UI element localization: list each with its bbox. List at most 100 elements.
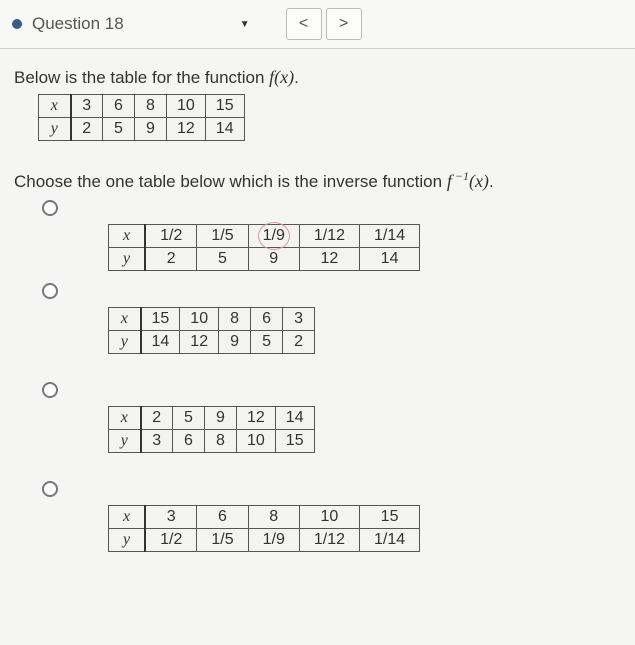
radio-option-1[interactable] [42,200,58,216]
cell: 8 [248,506,299,529]
question-content: Below is the table for the function f(x)… [0,49,635,596]
table-row: x2591214 [109,407,315,430]
x-label: x [109,506,146,529]
cell: 3 [283,308,315,331]
cell: 10 [167,95,206,118]
table-row: x 3 6 8 10 15 [39,95,245,118]
cell: 8 [135,95,167,118]
cell: 6 [251,308,283,331]
radio-option-3[interactable] [42,382,58,398]
question-title: Question 18 [32,14,124,34]
cell: 14 [275,407,314,430]
cell: 12 [299,248,359,271]
cell: 9 [248,248,299,271]
cell: 15 [275,430,314,453]
option-body: x1/21/51/91/121/14y2591214 [108,222,420,277]
cell: 1/12 [299,529,359,552]
cell: 12 [180,331,219,354]
question-header: Question 18 ▼ < > [0,0,635,49]
answer-options: x1/21/51/91/121/14y2591214x1510863y14129… [14,198,621,558]
cell: 1/5 [197,225,248,248]
cell: 12 [167,118,206,141]
nav-buttons: < > [286,8,362,40]
option-body: x2591214y3681015 [108,404,315,459]
cell: 1/5 [197,529,248,552]
cell: 5 [251,331,283,354]
option-table-1: x1/21/51/91/121/14y2591214 [108,224,420,271]
cell: 6 [173,430,205,453]
cell: 1/2 [145,529,197,552]
bullet-icon [12,19,22,29]
cell: 1/14 [360,225,420,248]
cell: 1/12 [299,225,359,248]
cell: 1/9 [248,529,299,552]
finv-exp: −1 [452,169,469,183]
prompt-2-text: Choose the one table below which is the … [14,172,447,191]
cell: 9 [205,407,237,430]
radio-option-4[interactable] [42,481,58,497]
cell: 8 [205,430,237,453]
x-label: x [39,95,71,118]
cell: 1/9 [248,225,299,248]
function-fx: f(x) [269,67,294,87]
prompt-2-post: . [489,172,494,191]
finv-arg: (x) [469,171,489,191]
cell: 2 [71,118,103,141]
fx-table: x 3 6 8 10 15 y 2 5 9 12 14 [38,94,245,141]
y-label: y [109,248,146,271]
option-body: x3681015y1/21/51/91/121/14 [108,503,420,558]
cell: 9 [135,118,167,141]
option-table-4: x3681015y1/21/51/91/121/14 [108,505,420,552]
table-row: y3681015 [109,430,315,453]
question-dropdown[interactable]: ▼ [234,13,256,36]
y-label: y [109,430,141,453]
cell: 10 [299,506,359,529]
radio-option-2[interactable] [42,283,58,299]
cell: 10 [237,430,276,453]
cell: 15 [141,308,180,331]
option-table-3: x2591214y3681015 [108,406,315,453]
cell: 8 [219,308,251,331]
x-label: x [109,407,141,430]
table-row: y 2 5 9 12 14 [39,118,245,141]
cell: 6 [197,506,248,529]
table-row: x1510863 [109,308,315,331]
cell: 15 [360,506,420,529]
prompt-1-post: . [294,68,299,87]
y-label: y [109,331,141,354]
cell: 1/2 [145,225,197,248]
table-row: y2591214 [109,248,420,271]
x-label: x [109,225,146,248]
option-3: x2591214y3681015 [42,380,621,459]
cell: 14 [205,118,244,141]
cell: 9 [219,331,251,354]
cell: 15 [205,95,244,118]
option-2: x1510863y1412952 [42,281,621,360]
next-button[interactable]: > [326,8,362,40]
cell: 14 [141,331,180,354]
cell: 5 [197,248,248,271]
cell: 2 [145,248,197,271]
y-label: y [39,118,71,141]
table-row: x3681015 [109,506,420,529]
cell: 14 [360,248,420,271]
option-body: x1510863y1412952 [108,305,315,360]
cell: 10 [180,308,219,331]
x-label: x [109,308,141,331]
option-1: x1/21/51/91/121/14y2591214 [42,198,621,277]
option-4: x3681015y1/21/51/91/121/14 [42,479,621,558]
table-row: y1412952 [109,331,315,354]
table-row: y1/21/51/91/121/14 [109,529,420,552]
cell: 2 [141,407,173,430]
option-table-2: x1510863y1412952 [108,307,315,354]
cell: 2 [283,331,315,354]
cell: 3 [145,506,197,529]
y-label: y [109,529,146,552]
cell: 12 [237,407,276,430]
cell: 5 [103,118,135,141]
prev-button[interactable]: < [286,8,322,40]
cell: 3 [141,430,173,453]
prompt-1-text: Below is the table for the function [14,68,269,87]
cell: 6 [103,95,135,118]
cell: 3 [71,95,103,118]
